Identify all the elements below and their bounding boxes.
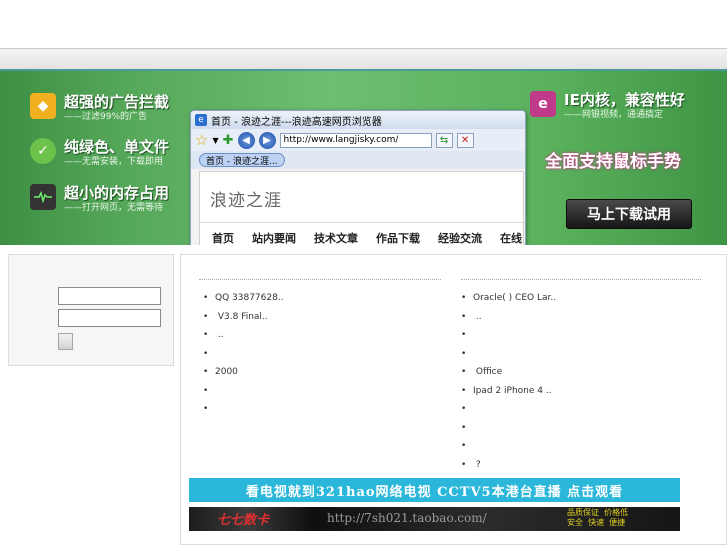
news-link[interactable] bbox=[461, 345, 556, 364]
browser-page-content: 浪迹之涯 首页 站内要闻 技术文章 作品下载 经验交流 在线 bbox=[199, 171, 525, 245]
feature-ad-blocking: ◆ 超强的广告拦截 ——过滤99%的广告 bbox=[30, 93, 169, 123]
news-list-right: Oracle( ) CEO Lar.. .. Office Ipad 2 iPh… bbox=[461, 289, 556, 474]
news-link[interactable]: 2000 bbox=[203, 363, 284, 382]
shop-url: http://7sh021.taobao.com/ bbox=[327, 511, 487, 525]
site-menu-item: 作品下载 bbox=[376, 231, 420, 245]
site-menu: 首页 站内要闻 技术文章 作品下载 经验交流 在线 bbox=[200, 222, 525, 245]
shop-ad-banner[interactable]: 七七数卡 http://7sh021.taobao.com/ 品质保证 价格低 … bbox=[189, 507, 680, 531]
dropdown-arrow-icon: ▼ bbox=[212, 135, 219, 145]
news-link[interactable]: V3.8 Final.. bbox=[203, 308, 284, 327]
top-navigation-bar bbox=[0, 48, 727, 71]
shield-icon: ◆ bbox=[30, 93, 56, 119]
browser-title-bar: e 首页 - 浪迹之涯---浪迹高速网页浏览器 bbox=[191, 111, 525, 129]
site-menu-item: 站内要闻 bbox=[252, 231, 296, 245]
favorites-star-icon: ☆ bbox=[195, 131, 209, 149]
ie-icon: e bbox=[195, 114, 207, 126]
browser-tab: 首页 - 浪迹之涯... bbox=[199, 153, 285, 167]
stop-icon: ✕ bbox=[456, 132, 474, 148]
news-link[interactable]: .. bbox=[203, 326, 284, 345]
news-link[interactable] bbox=[461, 326, 556, 345]
feature-low-memory: 超小的内存占用 ——打开网页，无需等待 bbox=[30, 184, 169, 214]
site-menu-item: 在线 bbox=[500, 231, 522, 245]
news-list-left: QQ 33877628.. V3.8 Final.. .. 2000 bbox=[203, 289, 284, 419]
address-bar: http://www.langjisky.com/ bbox=[279, 132, 432, 148]
news-link[interactable] bbox=[461, 419, 556, 438]
shop-name: 七七数卡 bbox=[217, 513, 270, 528]
news-link[interactable] bbox=[461, 437, 556, 456]
site-menu-item: 技术文章 bbox=[314, 231, 358, 245]
news-link[interactable] bbox=[203, 345, 284, 364]
login-submit-button[interactable] bbox=[58, 333, 73, 350]
feature-subtitle: ——无需安装，下载即用 bbox=[64, 157, 164, 167]
ie-icon: e bbox=[530, 91, 556, 117]
refresh-icon: ⇆ bbox=[435, 132, 453, 148]
news-link[interactable]: .. bbox=[461, 308, 556, 327]
news-link[interactable]: Office bbox=[461, 363, 556, 382]
feature-green-single-file: ✓ 纯绿色、单文件 ——无需安装，下载即用 bbox=[30, 138, 169, 168]
feature-title: IE内核，兼容性好 bbox=[564, 91, 685, 109]
site-logo: 浪迹之涯 bbox=[210, 191, 282, 211]
forward-icon: ▶ bbox=[258, 131, 276, 149]
add-favorite-icon: ✚ bbox=[222, 132, 234, 148]
news-link[interactable]: QQ 33877628.. bbox=[203, 289, 284, 308]
login-panel bbox=[8, 254, 174, 366]
shop-tags: 品质保证 价格低 安全 快速 便捷 bbox=[567, 508, 629, 527]
news-link[interactable]: Ipad 2 iPhone 4 .. bbox=[461, 382, 556, 401]
divider bbox=[461, 279, 701, 280]
feature-title: 纯绿色、单文件 bbox=[64, 138, 170, 156]
feature-subtitle: ——网银视频，通通搞定 bbox=[564, 110, 664, 120]
news-link[interactable] bbox=[203, 400, 284, 419]
feature-ie-core: e IE内核，兼容性好 ——网银视频，通通搞定 bbox=[530, 91, 685, 121]
feature-subtitle: ——过滤99%的广告 bbox=[64, 112, 148, 122]
page-top-margin bbox=[0, 0, 727, 48]
news-link[interactable]: ? bbox=[461, 456, 556, 475]
browser-toolbar: ☆ ▼ ✚ ◀ ▶ http://www.langjisky.com/ ⇆ ✕ bbox=[191, 129, 525, 151]
divider bbox=[199, 279, 441, 280]
gesture-support-text: 全面支持鼠标手势 bbox=[545, 152, 681, 172]
news-link[interactable] bbox=[461, 400, 556, 419]
username-field[interactable] bbox=[58, 287, 161, 305]
news-link[interactable] bbox=[203, 382, 284, 401]
browser-title: 首页 - 浪迹之涯---浪迹高速网页浏览器 bbox=[211, 116, 382, 128]
check-icon: ✓ bbox=[30, 138, 56, 164]
browser-preview-window: e 首页 - 浪迹之涯---浪迹高速网页浏览器 ☆ ▼ ✚ ◀ ▶ http:/… bbox=[190, 110, 526, 245]
password-field[interactable] bbox=[58, 309, 161, 327]
site-menu-item: 首页 bbox=[212, 231, 234, 245]
site-menu-item: 经验交流 bbox=[438, 231, 482, 245]
tv-ad-banner[interactable]: 看电视就到321hao网络电视 CCTV5本港台直播 点击观看 bbox=[189, 478, 680, 502]
promo-banner: ◆ 超强的广告拦截 ——过滤99%的广告 ✓ 纯绿色、单文件 ——无需安装，下载… bbox=[0, 71, 727, 245]
feature-title: 超强的广告拦截 bbox=[64, 93, 170, 111]
news-link[interactable]: Oracle( ) CEO Lar.. bbox=[461, 289, 556, 308]
monitor-icon bbox=[30, 184, 56, 210]
feature-subtitle: ——打开网页，无需等待 bbox=[64, 203, 164, 213]
back-icon: ◀ bbox=[237, 131, 255, 149]
download-button[interactable]: 马上下载试用 bbox=[566, 199, 692, 229]
feature-title: 超小的内存占用 bbox=[64, 184, 170, 202]
browser-tab-strip: 首页 - 浪迹之涯... bbox=[191, 151, 525, 169]
